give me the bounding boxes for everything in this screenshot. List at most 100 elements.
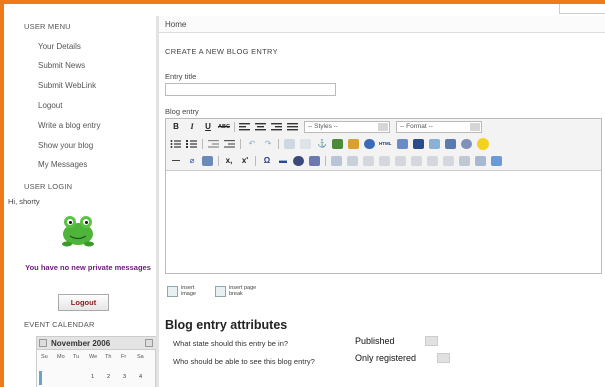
state-select[interactable]: Published bbox=[353, 334, 441, 348]
split-cells-icon[interactable] bbox=[459, 156, 470, 166]
calendar-weekday: Tu bbox=[73, 354, 80, 360]
visual-chars-icon[interactable] bbox=[202, 156, 213, 166]
align-right-icon[interactable] bbox=[271, 122, 282, 132]
visibility-question: Who should be able to see this blog entr… bbox=[173, 357, 315, 366]
menu-item-my-messages[interactable]: My Messages bbox=[38, 160, 87, 169]
underline-icon[interactable]: U bbox=[202, 121, 214, 133]
cleanup-icon[interactable] bbox=[348, 139, 359, 149]
editor-content-area[interactable] bbox=[166, 172, 601, 273]
toolbar-separator bbox=[202, 139, 203, 149]
media-icon[interactable] bbox=[293, 156, 304, 166]
horizontal-rule-icon[interactable]: — bbox=[170, 155, 182, 167]
redo-icon[interactable]: ↷ bbox=[262, 138, 274, 150]
about-icon[interactable] bbox=[461, 139, 472, 149]
calendar-weekday: Fr bbox=[121, 354, 127, 360]
anchor-icon[interactable]: ⚓ bbox=[316, 138, 328, 150]
user-menu-heading: USER MENU bbox=[24, 22, 71, 31]
menu-item-show-blog[interactable]: Show your blog bbox=[38, 141, 93, 150]
logout-button[interactable]: Logout bbox=[58, 294, 109, 311]
help-icon[interactable] bbox=[364, 139, 375, 149]
calendar-day[interactable]: 3 bbox=[123, 374, 126, 380]
visual-aid-icon[interactable] bbox=[429, 139, 440, 149]
event-calendar-heading: EVENT CALENDAR bbox=[24, 320, 95, 329]
chevron-down-icon bbox=[378, 123, 388, 131]
insert-layer-icon[interactable] bbox=[491, 156, 502, 166]
format-select-value: -- Format -- bbox=[400, 123, 433, 130]
calendar-next-icon[interactable] bbox=[145, 339, 153, 347]
find-icon[interactable] bbox=[397, 139, 408, 149]
table-props-icon[interactable] bbox=[347, 156, 358, 166]
calendar-day[interactable]: 1 bbox=[91, 374, 94, 380]
main-content: Home CREATE A NEW BLOG ENTRY Entry title… bbox=[159, 16, 605, 387]
menu-item-submit-news[interactable]: Submit News bbox=[38, 61, 85, 70]
attributes-heading: Blog entry attributes bbox=[165, 318, 288, 332]
link-icon[interactable] bbox=[284, 139, 295, 149]
indent-icon[interactable] bbox=[224, 139, 235, 149]
frog-avatar bbox=[62, 216, 94, 247]
calendar-weekday: Su bbox=[41, 354, 48, 360]
unlink-icon[interactable] bbox=[300, 139, 311, 149]
rich-text-editor: B I U ABC -- Styles -- -- Format -- ↶ ↷ … bbox=[165, 118, 602, 274]
toolbar-separator bbox=[325, 156, 326, 166]
toolbar-separator bbox=[218, 156, 219, 166]
special-char-icon[interactable]: Ω bbox=[261, 155, 273, 167]
image-icon[interactable] bbox=[332, 139, 343, 149]
col-before-icon[interactable] bbox=[411, 156, 422, 166]
row-after-icon[interactable] bbox=[379, 156, 390, 166]
entry-title-input[interactable] bbox=[165, 83, 336, 96]
editor-toolbar: B I U ABC -- Styles -- -- Format -- ↶ ↷ … bbox=[166, 119, 601, 171]
bullet-list-icon[interactable] bbox=[170, 139, 181, 149]
toolbar-separator bbox=[278, 139, 279, 149]
toolbar-separator bbox=[255, 156, 256, 166]
align-left-icon[interactable] bbox=[239, 122, 250, 132]
calendar-day[interactable]: 2 bbox=[107, 374, 110, 380]
home-link[interactable]: Home bbox=[165, 20, 186, 29]
user-login-heading: USER LOGIN bbox=[24, 182, 73, 191]
no-messages-text: You have no new private messages bbox=[25, 263, 151, 272]
bold-icon[interactable]: B bbox=[170, 121, 182, 133]
numbered-list-icon[interactable] bbox=[186, 139, 197, 149]
col-after-icon[interactable] bbox=[427, 156, 438, 166]
replace-icon[interactable] bbox=[413, 139, 424, 149]
menu-item-logout[interactable]: Logout bbox=[38, 101, 62, 110]
toolbar-separator bbox=[234, 122, 235, 132]
menu-item-submit-weblink[interactable]: Submit WebLink bbox=[38, 81, 96, 90]
fullscreen-icon[interactable] bbox=[445, 139, 456, 149]
blog-entry-label: Blog entry bbox=[165, 107, 199, 116]
row-before-icon[interactable] bbox=[363, 156, 374, 166]
strikethrough-icon[interactable]: ABC bbox=[218, 121, 230, 133]
justify-icon[interactable] bbox=[287, 122, 298, 132]
calendar-month: November 2006 bbox=[51, 339, 111, 348]
calendar-prev-icon[interactable] bbox=[39, 339, 47, 347]
menu-item-your-details[interactable]: Your Details bbox=[38, 42, 81, 51]
calendar-weekday: Th bbox=[105, 354, 112, 360]
italic-icon[interactable]: I bbox=[186, 121, 198, 133]
merge-cells-icon[interactable] bbox=[475, 156, 486, 166]
toolbar-separator bbox=[240, 139, 241, 149]
sidebar: USER MENU Your Details Submit News Submi… bbox=[8, 16, 157, 387]
undo-icon[interactable]: ↶ bbox=[246, 138, 258, 150]
styles-select-value: -- Styles -- bbox=[308, 123, 338, 130]
visibility-select-value: Only registered bbox=[355, 353, 417, 363]
visibility-select[interactable]: Only registered bbox=[353, 351, 453, 365]
html-icon[interactable]: HTML bbox=[379, 138, 392, 150]
table-icon[interactable] bbox=[331, 156, 342, 166]
calendar-day[interactable]: 4 bbox=[139, 374, 142, 380]
calendar-weekday: Mo bbox=[57, 354, 65, 360]
delete-col-icon[interactable] bbox=[443, 156, 454, 166]
outdent-icon[interactable] bbox=[208, 139, 219, 149]
page-break-icon bbox=[215, 286, 226, 297]
format-select[interactable]: -- Format -- bbox=[396, 121, 482, 133]
line-icon[interactable]: ▬ bbox=[277, 155, 289, 167]
delete-row-icon[interactable] bbox=[395, 156, 406, 166]
state-select-value: Published bbox=[355, 336, 395, 346]
edit-icon[interactable] bbox=[309, 156, 320, 166]
align-center-icon[interactable] bbox=[255, 122, 266, 132]
menu-item-write-blog[interactable]: Write a blog entry bbox=[38, 121, 101, 130]
styles-select[interactable]: -- Styles -- bbox=[304, 121, 390, 133]
subscript-icon[interactable]: x, bbox=[223, 155, 235, 167]
calendar-weekday: Sa bbox=[137, 354, 144, 360]
emoticon-icon[interactable] bbox=[477, 138, 489, 150]
remove-format-icon[interactable]: ⌀ bbox=[186, 155, 198, 167]
superscript-icon[interactable]: x' bbox=[239, 155, 251, 167]
